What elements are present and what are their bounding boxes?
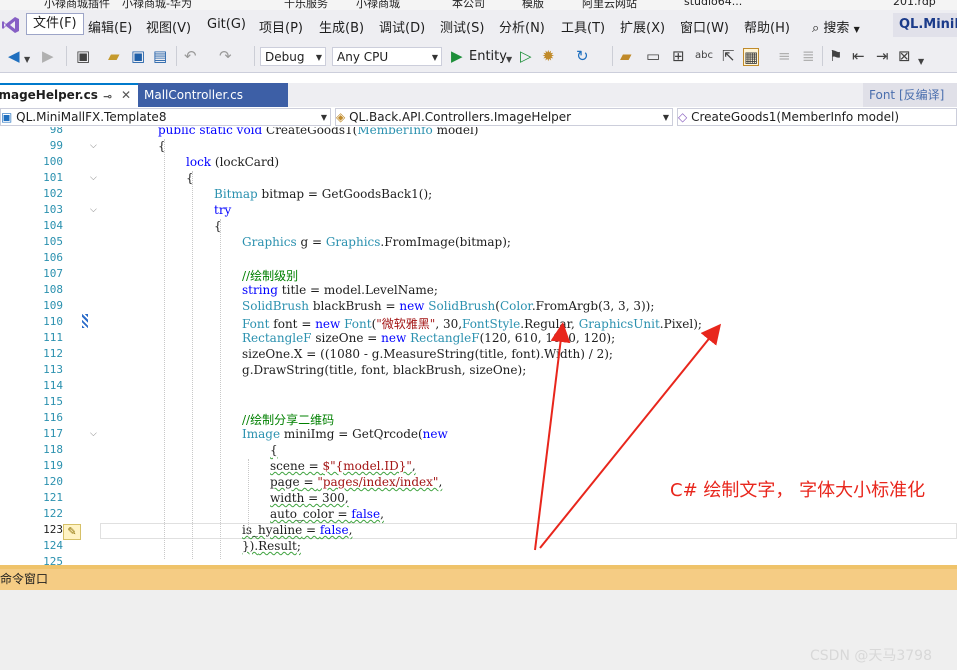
watermark: CSDN @天马3798 xyxy=(810,648,932,664)
annotation-arrow xyxy=(534,322,571,551)
annotation-arrow xyxy=(539,323,722,549)
command-window-title[interactable]: 命令窗口 xyxy=(0,565,957,590)
annotation-text: C# 绘制文字， 字体大小标准化 xyxy=(670,480,926,501)
